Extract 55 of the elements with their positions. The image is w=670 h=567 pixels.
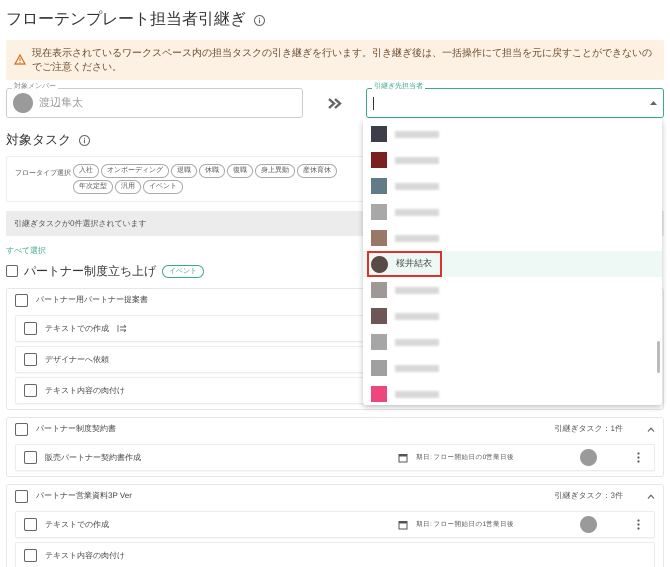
flow-title: パートナー制度立ち上げ bbox=[24, 263, 156, 280]
checkbox[interactable] bbox=[24, 353, 37, 366]
task-count: 引継ぎタスク：3件 bbox=[554, 490, 623, 502]
checkbox[interactable] bbox=[6, 265, 18, 277]
double-chevron-icon bbox=[328, 98, 342, 108]
warning-icon bbox=[14, 54, 26, 65]
dropdown-option[interactable]: 桜井結衣 bbox=[363, 251, 662, 277]
more-icon[interactable] bbox=[637, 452, 640, 463]
scrollbar[interactable] bbox=[657, 341, 660, 373]
checkbox[interactable] bbox=[24, 549, 37, 562]
checkbox[interactable] bbox=[15, 294, 28, 306]
task-title: テキストでの作成 bbox=[45, 518, 109, 530]
checkbox[interactable] bbox=[24, 322, 37, 335]
field-value: 渡辺隼太 bbox=[39, 96, 83, 111]
avatar-icon bbox=[371, 256, 388, 272]
task-group-title: パートナー営業資料3P Ver bbox=[36, 490, 132, 502]
calendar-icon bbox=[398, 452, 408, 462]
task-title: 販売パートナー契約書作成 bbox=[45, 452, 141, 464]
checkbox[interactable] bbox=[24, 451, 37, 464]
section-title: 対象タスク bbox=[6, 131, 71, 150]
blurred-text bbox=[395, 208, 439, 216]
text-cursor bbox=[373, 96, 374, 110]
avatar-icon bbox=[580, 516, 597, 533]
more-icon[interactable] bbox=[637, 519, 640, 530]
checkbox[interactable] bbox=[24, 518, 37, 531]
task-title: テキスト内容の肉付け bbox=[45, 550, 125, 562]
chevron-icon[interactable] bbox=[647, 426, 655, 432]
avatar-icon bbox=[580, 449, 597, 466]
blurred-text bbox=[395, 234, 439, 242]
checkbox[interactable] bbox=[24, 384, 37, 397]
blurred-text bbox=[395, 312, 439, 320]
avatar-icon bbox=[13, 93, 33, 113]
caret-icon[interactable] bbox=[650, 101, 657, 105]
blurred-text bbox=[395, 286, 439, 294]
task-title: テキスト内容の肉付け bbox=[45, 384, 125, 396]
alert-message: 現在表示されているワークスペース内の担当タスクの引き継ぎを行います。引き継ぎ後は、一括操作にて担当を元に戻すことができないのでご注意ください。 bbox=[32, 47, 653, 75]
info-icon[interactable] bbox=[79, 134, 90, 146]
checkbox[interactable] bbox=[15, 490, 28, 502]
blurred-text bbox=[395, 364, 439, 372]
blurred-text bbox=[395, 156, 439, 164]
task-title: テキストでの作成 bbox=[45, 322, 109, 334]
checkbox[interactable] bbox=[15, 422, 28, 436]
option-name: 桜井結衣 bbox=[396, 257, 432, 270]
blurred-text bbox=[395, 338, 439, 346]
chevron-icon[interactable] bbox=[647, 494, 655, 498]
task-title: デザイナーへ依頼 bbox=[45, 354, 109, 366]
page-title: フローテンプレート担当者引継ぎ bbox=[6, 10, 246, 30]
info-icon[interactable] bbox=[254, 14, 265, 26]
blurred-text bbox=[395, 130, 439, 138]
task-count: 引継ぎタスク：1件 bbox=[554, 423, 623, 435]
calendar-icon bbox=[398, 520, 408, 530]
task-group-title: パートナー制度契約書 bbox=[36, 423, 116, 435]
blurred-text bbox=[395, 182, 439, 190]
task-group-title: パートナー用パートナー提案書 bbox=[36, 294, 148, 306]
blurred-text bbox=[395, 390, 439, 398]
